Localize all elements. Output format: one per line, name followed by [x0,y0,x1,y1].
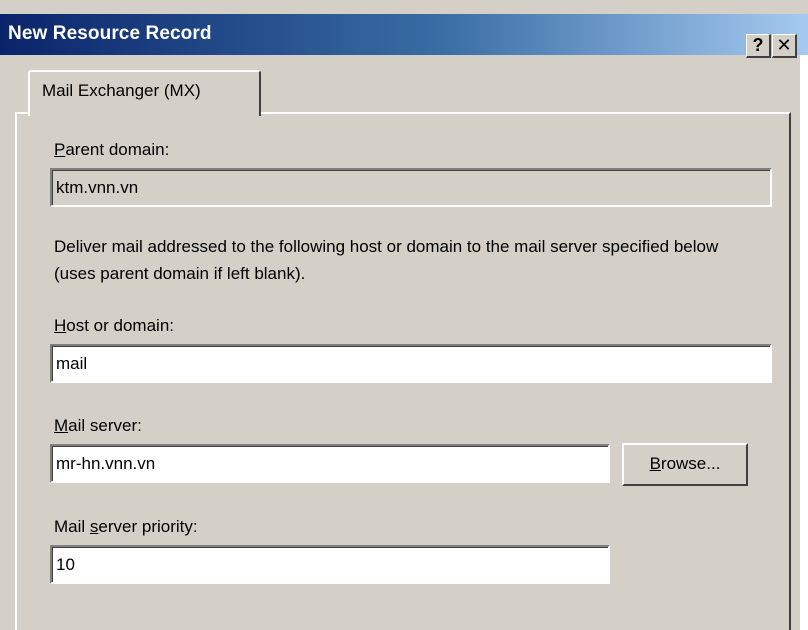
window-edge [800,55,808,630]
description-text: Deliver mail addressed to the following … [54,237,719,283]
host-or-domain-label: Host or domain: [54,316,175,335]
parent-domain-field: ktm.vnn.vn [50,168,772,207]
help-button[interactable]: ? [746,34,771,58]
close-button[interactable]: ✕ [772,34,797,58]
close-icon: ✕ [776,35,792,55]
title-bar[interactable]: New Resource Record ? ✕ [0,14,808,58]
mail-server-label: Mail server: [54,416,142,435]
window-title: New Resource Record [8,23,212,44]
dialog-window: New Resource Record ? ✕ Mail Exchanger (… [0,0,808,630]
tab-label: Mail Exchanger (MX) [42,81,201,100]
parent-domain-label: Parent domain: [54,140,170,159]
host-or-domain-input[interactable]: mail [50,344,772,383]
mail-server-priority-input[interactable]: 10 [50,545,610,584]
tab-mail-exchanger[interactable]: Mail Exchanger (MX) [28,70,261,116]
mail-server-input[interactable]: mr-hn.vnn.vn [50,444,610,483]
browse-button[interactable]: Browse... [622,443,748,486]
mail-server-priority-label: Mail server priority: [54,517,198,536]
help-icon: ? [752,35,764,55]
